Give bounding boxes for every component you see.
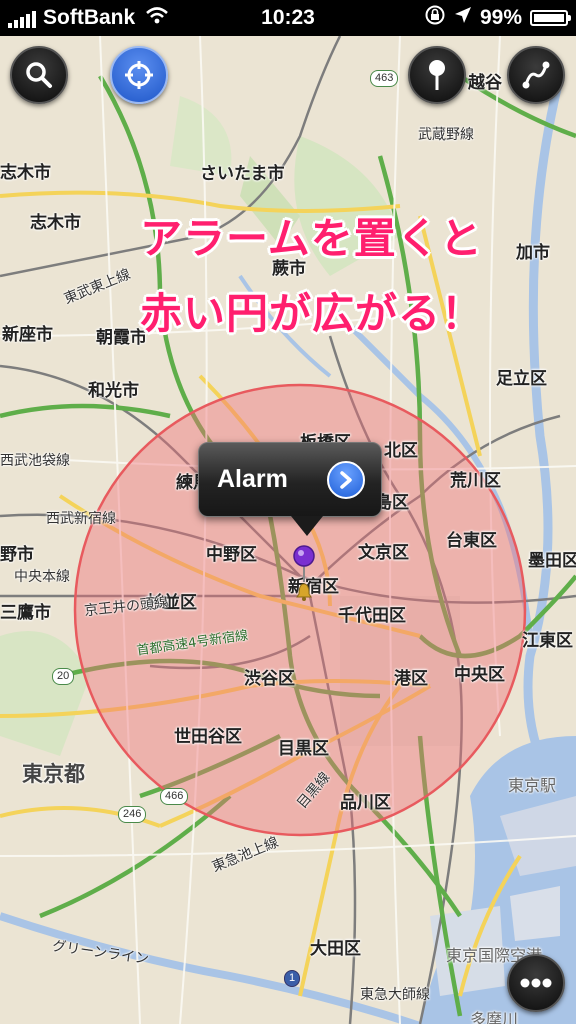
- map-label: 加市: [516, 243, 550, 263]
- route-1-shield: 1: [284, 970, 301, 987]
- map-label: 渋谷区: [244, 669, 295, 689]
- wifi-icon: [145, 6, 169, 30]
- map-label: 新座市: [2, 325, 53, 345]
- map-label: 台東区: [446, 531, 497, 551]
- map-label: 志木市: [30, 213, 81, 233]
- battery-percent: 99%: [479, 6, 522, 29]
- alarm-callout[interactable]: Alarm: [198, 442, 382, 536]
- map-label: 品川区: [340, 793, 391, 813]
- crosshair-icon: [125, 61, 153, 89]
- map-label: 越谷: [468, 73, 502, 93]
- signal-strength-icon: [8, 8, 36, 28]
- map-label: 中野区: [206, 545, 257, 565]
- map-label: 武蔵野線: [418, 127, 474, 143]
- status-bar: SoftBank 10:23 99%: [0, 0, 576, 36]
- map-label: 中央本線: [14, 569, 70, 585]
- map-pin-icon: [293, 545, 315, 601]
- route-246-shield: 246: [118, 806, 147, 823]
- carrier-name: SoftBank: [43, 6, 136, 29]
- map-label: 荒川区: [450, 471, 501, 491]
- callout-detail-button[interactable]: [327, 460, 365, 499]
- route-button[interactable]: [507, 46, 565, 104]
- map-label: 江東区: [522, 631, 573, 651]
- map-label: 東京駅: [508, 776, 557, 795]
- map-pin-icon: [429, 60, 445, 90]
- route-20-shield: 20: [52, 668, 75, 685]
- map-label: 世田谷区: [174, 727, 242, 747]
- map-label: 西武池袋線: [0, 453, 70, 469]
- more-button[interactable]: [507, 954, 565, 1012]
- rotation-lock-icon: [424, 4, 446, 32]
- map-label: 西武新宿線: [46, 511, 116, 527]
- annotation-line-1: アラームを置くと: [140, 214, 483, 263]
- map-label: 志木市: [0, 163, 51, 183]
- map-label: 三鷹市: [0, 603, 51, 623]
- map-label: 墨田区: [528, 551, 576, 571]
- annotation-line-2: 赤い円が広がる！: [140, 289, 485, 338]
- map-label: 北区: [384, 441, 418, 461]
- map-label: 港区: [394, 669, 428, 689]
- map-label: 文京区: [358, 543, 409, 563]
- chevron-right-icon: [340, 470, 352, 489]
- map-label: 目黒区: [278, 739, 329, 759]
- map-label: 大田区: [310, 939, 361, 959]
- map-label: 野市: [0, 545, 34, 565]
- search-button[interactable]: [10, 46, 68, 104]
- location-arrow-icon: [454, 6, 472, 30]
- callout-title: Alarm: [217, 465, 288, 493]
- route-466-shield: 466: [160, 788, 189, 805]
- drop-pin-button[interactable]: [408, 46, 466, 104]
- current-location-button[interactable]: [110, 46, 168, 104]
- route-463-shield: 463: [370, 70, 399, 87]
- map-label: 足立区: [496, 369, 547, 389]
- map-label: 千代田区: [338, 606, 406, 626]
- battery-icon: [530, 10, 571, 26]
- map-label: 東京都: [22, 762, 85, 786]
- map-label: 中央区: [454, 665, 505, 685]
- route-icon: [522, 61, 550, 89]
- search-icon: [26, 62, 52, 88]
- map-view[interactable]: さいたま市 武蔵野線 越谷 志木市 志木市 東武東上線 蕨市 加市 新座市 朝霞…: [0, 36, 576, 1024]
- map-label: 和光市: [88, 381, 139, 401]
- map-label: 東急大師線: [360, 987, 430, 1003]
- map-label: さいたま市: [200, 164, 285, 184]
- map-label: 多摩川: [470, 1010, 519, 1024]
- more-icon: [520, 978, 552, 988]
